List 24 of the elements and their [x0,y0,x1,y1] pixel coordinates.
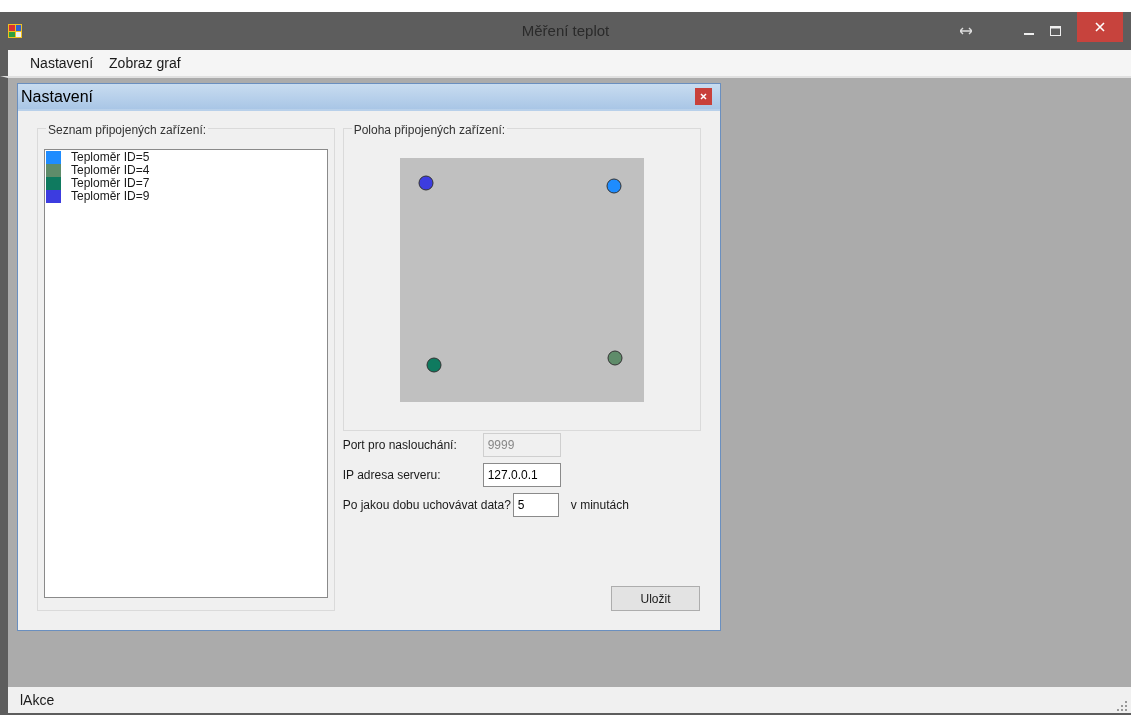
list-item[interactable]: Teploměr ID=9 [71,190,150,203]
input-field[interactable]: 5 [512,493,559,517]
input-field[interactable]: 127.0.0.1 [482,463,561,487]
close-button[interactable] [1077,12,1123,42]
close-icon [700,93,707,100]
dialog-title: Nastavení [21,86,94,107]
field-label: Po jakou dobu uchovávat data? [342,497,511,514]
menu-item[interactable]: Nastavení [26,52,98,74]
field-label: Port pro naslouchání: [342,437,458,454]
list-item[interactable]: Teploměr ID=4 [71,164,150,177]
device-list[interactable]: Teploměr ID=5 Teploměr ID=4 Teploměr ID=7 Teploměr ID=9 [44,149,328,598]
list-item[interactable]: Teploměr ID=5 [71,151,150,164]
status-text: lAkce [20,690,55,710]
field-label: IP adresa serveru: [342,467,442,484]
resize-arrows-icon[interactable] [960,27,972,35]
menu-item[interactable]: Zobraz graf [105,52,185,74]
close-icon [1095,22,1105,32]
list-item[interactable]: Teploměr ID=7 [71,177,150,190]
app-icon [8,24,22,38]
unit-label: v minutách [570,497,629,514]
dialog-close-button[interactable] [695,88,712,105]
resize-grip-icon[interactable] [1117,701,1127,711]
save-button[interactable]: Uložit [611,586,700,611]
maximize-icon[interactable] [1050,26,1061,36]
